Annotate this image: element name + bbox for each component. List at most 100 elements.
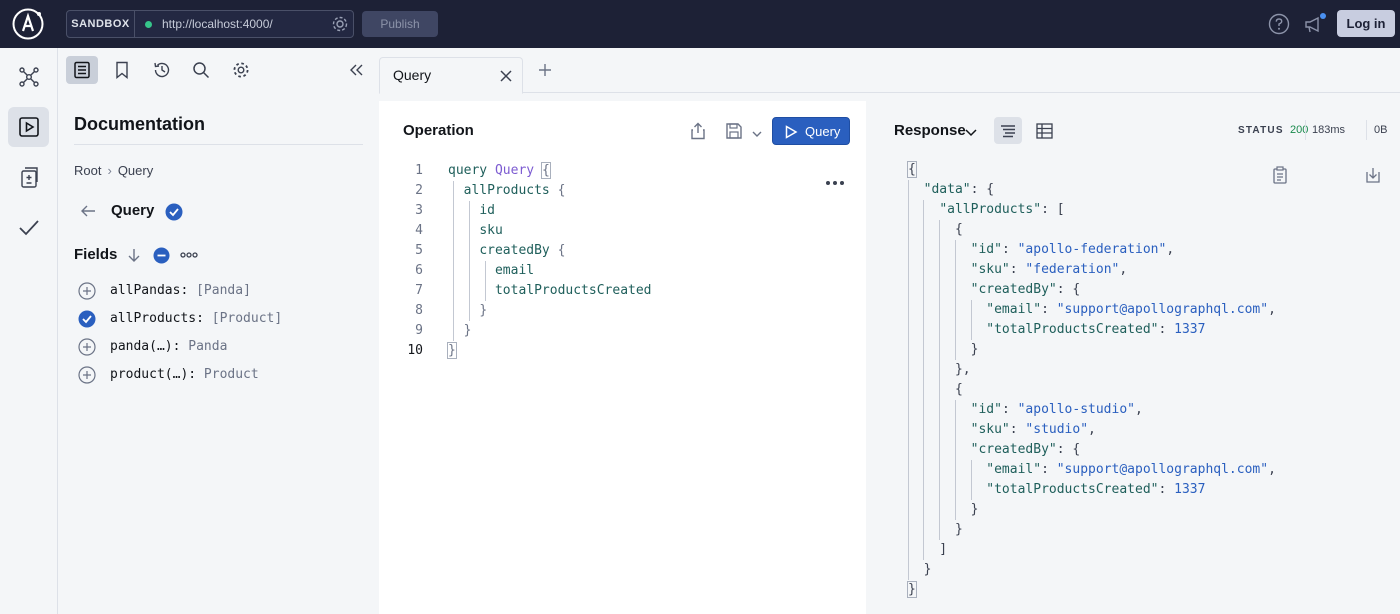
- json-string: "apollo-studio": [1017, 402, 1135, 417]
- apollo-logo-icon[interactable]: [11, 8, 45, 40]
- response-panel: Response STATUS 200 183ms 0B { "data": {…: [866, 93, 1400, 614]
- divider: [1305, 120, 1306, 140]
- response-size: 0B: [1374, 124, 1388, 136]
- documentation-title: Documentation: [74, 114, 206, 134]
- breadcrumb-current: Query: [117, 163, 154, 178]
- bookmark-icon[interactable]: [106, 56, 138, 84]
- explorer-play-icon[interactable]: [8, 107, 49, 147]
- json-key: "totalProductsCreated": [986, 322, 1159, 337]
- json-key: "id": [970, 242, 1002, 257]
- sandbox-label: SANDBOX: [67, 11, 135, 37]
- status-label: STATUS: [1238, 125, 1284, 136]
- line-number: 5: [415, 243, 423, 258]
- json-string: "apollo-federation": [1017, 242, 1167, 257]
- schema-graph-icon[interactable]: [8, 57, 49, 97]
- json-key: "totalProductsCreated": [986, 482, 1159, 497]
- share-icon[interactable]: [689, 122, 707, 145]
- json-string: "support@apollographql.com": [1056, 302, 1269, 317]
- field-type[interactable]: Panda: [188, 339, 227, 354]
- table-view-icon[interactable]: [1036, 123, 1053, 144]
- add-field-icon[interactable]: [78, 282, 96, 300]
- checks-icon[interactable]: [8, 207, 49, 247]
- run-query-button[interactable]: Query: [772, 117, 850, 145]
- connection-settings-icon[interactable]: [331, 15, 349, 33]
- login-button[interactable]: Log in: [1337, 10, 1395, 37]
- search-icon[interactable]: [185, 56, 217, 84]
- sort-arrow-down-icon[interactable]: [126, 247, 142, 268]
- code-brace: }: [447, 342, 457, 359]
- help-icon[interactable]: [1268, 13, 1290, 35]
- changelog-diff-icon[interactable]: [8, 157, 49, 197]
- field-name: panda(…):: [110, 339, 181, 354]
- settings-gear-icon[interactable]: [225, 56, 257, 84]
- json-string: "studio": [1025, 422, 1089, 437]
- add-tab-icon[interactable]: [537, 62, 553, 83]
- history-icon[interactable]: [146, 56, 178, 84]
- json-key: "createdBy": [970, 282, 1057, 297]
- publish-button[interactable]: Publish: [362, 11, 438, 37]
- code-field: id: [479, 203, 495, 218]
- query-editor[interactable]: query Query { allProducts { id sku creat…: [447, 161, 848, 421]
- line-number: 8: [415, 303, 423, 318]
- json-key: "createdBy": [970, 442, 1057, 457]
- json-key: "sku": [970, 422, 1010, 437]
- json-key: "email": [986, 462, 1042, 477]
- code-field: email: [494, 263, 535, 278]
- json-key: "id": [970, 402, 1002, 417]
- json-key: "allProducts": [939, 202, 1042, 217]
- json-view-icon[interactable]: [994, 117, 1022, 144]
- announcements-icon[interactable]: [1303, 13, 1327, 35]
- breadcrumb: Root › Query: [74, 163, 153, 178]
- selected-check-icon[interactable]: [78, 310, 96, 328]
- deselect-all-icon[interactable]: [153, 247, 170, 269]
- add-field-icon[interactable]: [78, 366, 96, 384]
- run-query-label: Query: [805, 124, 841, 139]
- line-number: 3: [415, 203, 423, 218]
- breadcrumb-root[interactable]: Root: [74, 163, 101, 178]
- field-name: allProducts:: [110, 311, 204, 326]
- field-type[interactable]: Product: [204, 367, 259, 382]
- json-number: 1337: [1174, 482, 1206, 497]
- chevron-down-icon[interactable]: [964, 125, 978, 143]
- operation-title: Operation: [403, 122, 474, 139]
- divider: [74, 144, 363, 145]
- json-string: "support@apollographql.com": [1056, 462, 1269, 477]
- response-json-viewer[interactable]: { "data": { "allProducts": [ { "id": "ap…: [907, 160, 1388, 600]
- operation-panel: Operation Query 1 2 3 4 5 6 7 8 9 10 que…: [379, 101, 866, 614]
- documentation-panel: Documentation Root › Query Query Fields al…: [58, 48, 379, 614]
- save-icon[interactable]: [725, 122, 743, 145]
- tab-strip: Query: [379, 48, 1400, 94]
- json-brace: {: [907, 161, 917, 178]
- code-brace: {: [540, 162, 551, 179]
- field-name: allPandas:: [110, 283, 189, 298]
- code-keyword: query: [448, 163, 488, 178]
- add-field-icon[interactable]: [78, 338, 96, 356]
- selected-check-icon[interactable]: [165, 203, 183, 226]
- divider: [1366, 120, 1367, 140]
- tab-query[interactable]: Query: [379, 57, 523, 94]
- line-number: 2: [415, 183, 423, 198]
- more-options-icon[interactable]: [180, 247, 198, 268]
- collapse-panel-icon[interactable]: [340, 56, 372, 84]
- endpoint-url-input[interactable]: http://localhost:4000/: [162, 11, 273, 37]
- code-brace: {: [557, 183, 566, 198]
- line-number: 6: [415, 263, 423, 278]
- field-type[interactable]: [Panda]: [196, 283, 251, 298]
- fields-heading: Fields: [74, 246, 118, 263]
- code-field: sku: [479, 223, 503, 238]
- top-bar: SANDBOX http://localhost:4000/ Publish L…: [0, 0, 1400, 48]
- json-brace: }: [907, 581, 917, 598]
- code-brace: }: [479, 303, 488, 318]
- documentation-tab-icon[interactable]: [66, 56, 98, 84]
- type-name: Query: [111, 202, 155, 219]
- chevron-down-icon[interactable]: [751, 126, 763, 144]
- line-number: 10: [407, 343, 423, 358]
- json-key: "data": [923, 182, 971, 197]
- line-number: 1: [415, 163, 423, 178]
- back-arrow-icon[interactable]: [80, 203, 96, 224]
- left-nav: [0, 48, 58, 614]
- response-title[interactable]: Response: [894, 122, 966, 139]
- close-icon[interactable]: [498, 68, 514, 89]
- tab-label: Query: [393, 67, 432, 83]
- field-type[interactable]: [Product]: [212, 311, 282, 326]
